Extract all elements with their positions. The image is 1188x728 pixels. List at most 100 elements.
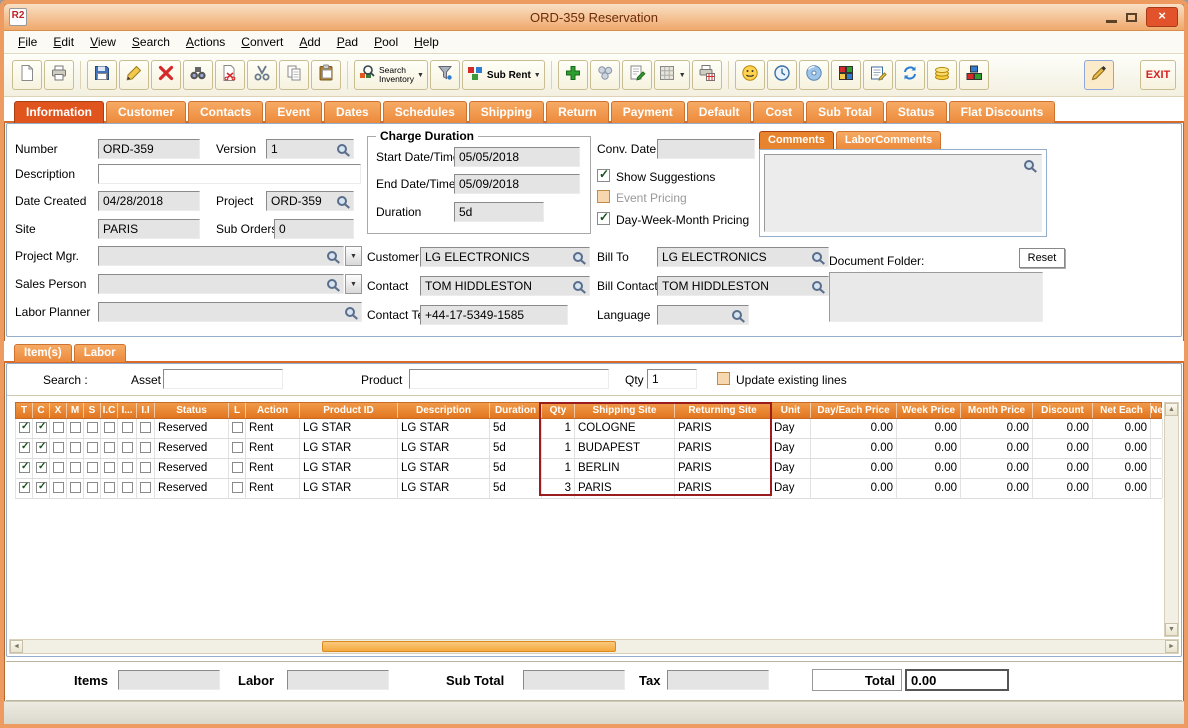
update-existing-checkbox[interactable] bbox=[717, 372, 730, 385]
product-input[interactable] bbox=[409, 369, 609, 389]
column-header[interactable]: Shipping Site bbox=[575, 403, 675, 418]
lookup-icon[interactable] bbox=[573, 251, 586, 264]
clock-button[interactable] bbox=[767, 60, 797, 90]
paintbrush-button[interactable] bbox=[1084, 60, 1114, 90]
table-cell[interactable]: 0.00 bbox=[1033, 479, 1093, 498]
total-value-field[interactable]: 0.00 bbox=[905, 669, 1009, 691]
table-cell[interactable]: Rent bbox=[246, 479, 300, 498]
tab-shipping[interactable]: Shipping bbox=[469, 101, 544, 123]
table-cell[interactable]: Reserved bbox=[155, 479, 229, 498]
table-cell[interactable] bbox=[67, 439, 84, 458]
copy-button[interactable] bbox=[279, 60, 309, 90]
column-header[interactable]: M bbox=[67, 403, 84, 418]
column-header[interactable]: L bbox=[229, 403, 246, 418]
bill-to-field[interactable]: LG ELECTRONICS bbox=[657, 247, 829, 267]
table-cell[interactable] bbox=[101, 439, 118, 458]
table-cell[interactable]: 1 bbox=[542, 419, 575, 438]
tab-event[interactable]: Event bbox=[265, 101, 322, 123]
lookup-icon[interactable] bbox=[327, 278, 340, 291]
column-header[interactable]: Product ID bbox=[300, 403, 398, 418]
project-field[interactable]: ORD-359 bbox=[266, 191, 354, 211]
row-checkbox[interactable] bbox=[19, 482, 30, 493]
tab-cost[interactable]: Cost bbox=[753, 101, 804, 123]
row-checkbox[interactable] bbox=[104, 442, 115, 453]
row-checkbox[interactable] bbox=[140, 422, 151, 433]
table-cell[interactable]: Reserved bbox=[155, 439, 229, 458]
stacked-cubes-button[interactable] bbox=[959, 60, 989, 90]
menu-help[interactable]: Help bbox=[406, 32, 447, 52]
table-cell[interactable] bbox=[229, 419, 246, 438]
row-checkbox[interactable] bbox=[104, 482, 115, 493]
menu-search[interactable]: Search bbox=[124, 32, 178, 52]
lookup-icon[interactable] bbox=[337, 143, 350, 156]
lookup-icon[interactable] bbox=[337, 195, 350, 208]
table-row[interactable]: ReservedRentLG STARLG STAR5d3PARISPARISD… bbox=[15, 479, 1162, 499]
tax-field[interactable] bbox=[667, 670, 769, 690]
column-header[interactable]: Week Price bbox=[897, 403, 961, 418]
table-cell[interactable]: BERLIN bbox=[575, 459, 675, 478]
table-cell[interactable] bbox=[118, 439, 137, 458]
lookup-icon[interactable] bbox=[345, 306, 358, 319]
table-cell[interactable] bbox=[229, 439, 246, 458]
edit-button[interactable] bbox=[119, 60, 149, 90]
table-cell[interactable] bbox=[101, 479, 118, 498]
table-cell[interactable] bbox=[137, 479, 155, 498]
row-checkbox[interactable] bbox=[122, 422, 133, 433]
site-field[interactable]: PARIS bbox=[98, 219, 200, 239]
tab-items[interactable]: Item(s) bbox=[14, 344, 72, 362]
sales-person-field[interactable] bbox=[98, 274, 344, 294]
row-checkbox[interactable] bbox=[140, 442, 151, 453]
table-cell[interactable] bbox=[137, 419, 155, 438]
tab-default[interactable]: Default bbox=[687, 101, 752, 123]
table-cell[interactable]: PARIS bbox=[575, 479, 675, 498]
disk-button[interactable] bbox=[799, 60, 829, 90]
row-checkbox[interactable] bbox=[53, 442, 64, 453]
table-cell[interactable]: Reserved bbox=[155, 459, 229, 478]
table-cell[interactable] bbox=[229, 459, 246, 478]
column-header[interactable]: Description bbox=[398, 403, 490, 418]
row-checkbox[interactable] bbox=[19, 462, 30, 473]
table-cell[interactable]: 0.00 bbox=[811, 459, 897, 478]
row-checkbox[interactable] bbox=[53, 462, 64, 473]
row-checkbox[interactable] bbox=[232, 462, 243, 473]
table-cell[interactable]: 5d bbox=[490, 419, 542, 438]
table-cell[interactable]: COLOGNE bbox=[575, 419, 675, 438]
row-checkbox[interactable] bbox=[36, 462, 47, 473]
menu-view[interactable]: View bbox=[82, 32, 124, 52]
filter-button[interactable] bbox=[430, 60, 460, 90]
table-cell[interactable]: 0.00 bbox=[961, 419, 1033, 438]
table-cell[interactable]: 0.00 bbox=[897, 439, 961, 458]
column-header[interactable]: I.C bbox=[101, 403, 118, 418]
tab-schedules[interactable]: Schedules bbox=[383, 101, 467, 123]
coins-button[interactable] bbox=[927, 60, 957, 90]
lookup-icon[interactable] bbox=[327, 250, 340, 263]
column-header[interactable]: Action bbox=[246, 403, 300, 418]
table-cell[interactable] bbox=[118, 419, 137, 438]
contact-tel-field[interactable]: +44-17-5349-1585 bbox=[420, 305, 568, 325]
scroll-left-icon[interactable] bbox=[10, 640, 23, 653]
tab-customer[interactable]: Customer bbox=[106, 101, 186, 123]
find-button[interactable] bbox=[183, 60, 213, 90]
language-field[interactable] bbox=[657, 305, 749, 325]
start-date-field[interactable]: 05/05/2018 bbox=[454, 147, 580, 167]
row-checkbox[interactable] bbox=[140, 462, 151, 473]
table-cell[interactable]: LG STAR bbox=[300, 439, 398, 458]
scroll-down-icon[interactable] bbox=[1165, 623, 1178, 636]
row-checkbox[interactable] bbox=[19, 422, 30, 433]
items-total-field[interactable] bbox=[118, 670, 220, 690]
note-edit-button[interactable] bbox=[622, 60, 652, 90]
convert-document-button[interactable] bbox=[215, 60, 245, 90]
tab-dates[interactable]: Dates bbox=[324, 101, 381, 123]
add-line-button[interactable] bbox=[558, 60, 588, 90]
table-cell[interactable]: PARIS bbox=[675, 459, 771, 478]
column-header[interactable]: C bbox=[33, 403, 50, 418]
table-cell[interactable] bbox=[16, 419, 33, 438]
row-checkbox[interactable] bbox=[140, 482, 151, 493]
row-checkbox[interactable] bbox=[70, 422, 81, 433]
table-cell[interactable]: 0.00 bbox=[1093, 479, 1151, 498]
menu-file[interactable]: File bbox=[10, 32, 45, 52]
row-checkbox[interactable] bbox=[87, 482, 98, 493]
table-cell[interactable] bbox=[101, 459, 118, 478]
tab-labor-comments[interactable]: LaborComments bbox=[836, 131, 941, 149]
end-date-field[interactable]: 05/09/2018 bbox=[454, 174, 580, 194]
